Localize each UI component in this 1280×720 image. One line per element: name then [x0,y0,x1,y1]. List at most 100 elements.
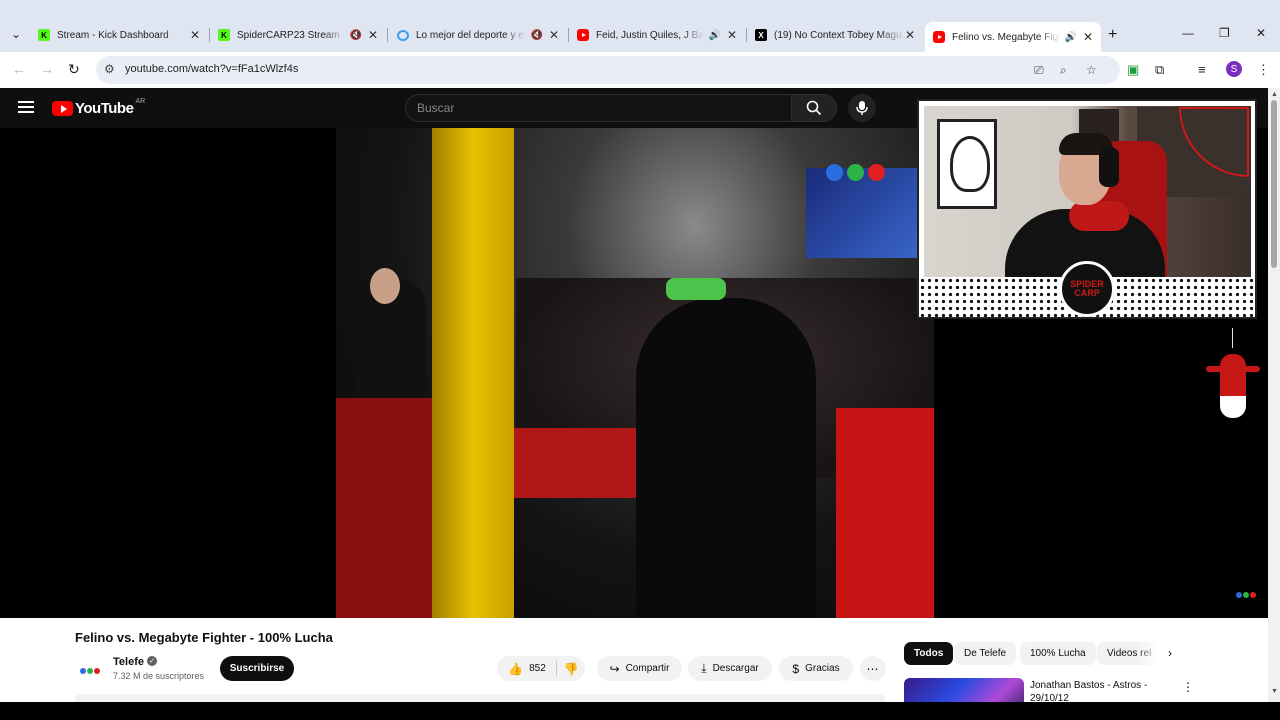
spidercarp-logo-badge: SPIDER CARP [1059,261,1115,317]
like-count: 852 [529,663,546,674]
browser-menu-icon[interactable]: ⋮ [1257,62,1270,78]
tab-title: Stream - Kick Dashboard [57,29,169,41]
tab-close-icon[interactable]: ✕ [727,28,737,42]
kick-favicon-icon: K [38,29,50,41]
bookmark-star-icon[interactable]: ☆ [1086,63,1097,77]
muted-speaker-icon[interactable]: 🔇 [530,30,542,41]
video-green-mask [666,278,726,300]
headset-icon [1099,147,1119,187]
scroll-up-arrow-icon[interactable]: ▲ [1271,91,1278,98]
tab-close-icon[interactable]: ✕ [549,28,559,42]
new-tab-button[interactable]: + [1108,26,1117,44]
speaker-icon[interactable]: 🔊 [1064,32,1076,43]
youtube-favicon-icon [577,29,589,41]
search-box [405,94,792,122]
browser-tab-deportes[interactable]: Lo mejor del deporte y el 🔇 ✕ [389,24,567,46]
thanks-button[interactable]: $ Gracias [779,656,853,681]
tab-close-icon[interactable]: ✕ [368,28,378,42]
tab-separator [387,28,388,42]
like-button[interactable]: 👍 852 [497,656,557,681]
restore-window-button[interactable]: ❐ [1219,26,1230,40]
chip-de-telefe[interactable]: De Telefe [954,642,1017,665]
hanging-spiderman-icon [1206,328,1260,430]
profile-avatar[interactable]: S [1226,61,1242,77]
download-icon: ⤓ [701,661,707,675]
browser-tab-x-tobey[interactable]: X (19) No Context Tobey Magu ✕ [747,24,923,46]
scrollbar-thumb[interactable] [1271,100,1277,268]
verified-badge-icon: ✓ [147,656,157,666]
youtube-wordmark: YouTube [75,100,134,117]
page-scrollbar[interactable]: ▲ ▼ [1268,88,1280,702]
video-background-screen [806,168,934,258]
video-red-cloth [336,398,436,618]
tab-close-icon[interactable]: ✕ [1083,30,1093,44]
browser-tab-feid-music[interactable]: Feid, Justin Quiles, J Balvi 🔊 ✕ [569,24,745,46]
chip-next-chevron-icon[interactable]: › [1168,646,1172,660]
telefe-watermark-icon [1236,592,1256,598]
video-yellow-pillar [432,128,514,618]
share-label: Compartir [625,663,670,674]
tab-title: (19) No Context Tobey Magu [774,29,902,41]
search-button[interactable] [791,94,837,122]
chip-todos[interactable]: Todos [904,642,954,665]
download-label: Descargar [712,663,759,674]
youtube-play-logo-icon [52,101,73,116]
video-man-head [370,268,400,304]
address-bar[interactable]: ⚙ youtube.com/watch?v=fFa1cWlzf4s ⎚ ⌕ ☆ [96,56,1120,84]
video-frame[interactable] [336,128,934,618]
youtube-favicon-icon [933,31,945,43]
voice-search-button[interactable] [848,94,876,122]
spiderman-poster-icon [937,119,997,209]
video-red-shirt-fan [836,408,934,618]
dislike-button[interactable]: 👎 [557,656,585,681]
recommended-video-menu-icon[interactable]: ⋮ [1182,680,1194,694]
video-title: Felino vs. Megabyte Fighter - 100% Lucha [75,630,333,645]
muted-speaker-icon[interactable]: 🔇 [349,30,361,41]
browser-tab-kick-dashboard[interactable]: K Stream - Kick Dashboard ✕ [30,24,208,46]
zoom-icon[interactable]: ⌕ [1060,63,1067,78]
channel-name[interactable]: Telefe [113,656,144,668]
thumbs-up-icon: 👍 [508,661,524,676]
browser-tab-spidercarp-stream[interactable]: K SpiderCARP23 Stream - Ki 🔇 ✕ [210,24,386,46]
browser-tab-felino-active[interactable]: Felino vs. Megabyte Fighte 🔊 ✕ [925,22,1101,52]
streamer-webcam-overlay: SPIDER CARP [917,99,1257,319]
subscriber-count: 7.32 M de suscriptores [113,671,205,681]
video-red-banner [511,428,641,498]
tab-title: Feid, Justin Quiles, J Balvi [596,29,705,41]
thanks-label: Gracias [805,663,840,674]
download-button[interactable]: ⤓ Descargar [688,656,772,681]
minimize-window-button[interactable]: — [1182,26,1194,40]
site-info-icon[interactable]: ⚙ [104,62,115,76]
country-code: AR [135,98,146,105]
tab-search-dropdown-icon[interactable]: ⌄ [6,24,26,44]
forward-button[interactable]: → [40,61,54,77]
video-masked-wrestler [636,298,816,618]
streamer-red-hood [1069,201,1129,231]
channel-avatar[interactable] [77,658,103,684]
tab-close-icon[interactable]: ✕ [190,28,200,42]
chip-videos-relacionados[interactable]: Videos rel [1097,642,1159,665]
extension-chat-icon[interactable]: ▣ [1127,62,1139,78]
close-window-button[interactable]: ✕ [1256,26,1266,40]
guide-menu-icon[interactable] [18,101,34,113]
youtube-logo[interactable]: YouTube AR [52,98,146,117]
telefe-logo-icon [826,164,885,181]
scroll-down-arrow-icon[interactable]: ▼ [1271,688,1278,695]
subscribe-button[interactable]: Suscribirse [220,656,294,681]
cast-icon[interactable]: ⎚ [1034,63,1044,78]
tab-close-icon[interactable]: ✕ [905,28,915,42]
bottom-edge [0,702,1280,720]
more-actions-button[interactable]: ⋯ [860,656,886,681]
search-icon [806,100,822,116]
speaker-icon[interactable]: 🔊 [708,30,720,41]
share-button[interactable]: ↪ Compartir [597,656,682,681]
media-control-icon[interactable]: ≡ [1198,62,1206,77]
chip-100-lucha[interactable]: 100% Lucha [1020,642,1096,665]
url-text[interactable]: youtube.com/watch?v=fFa1cWlzf4s [125,63,298,75]
microphone-icon [856,101,868,115]
kick-favicon-icon: K [218,29,230,41]
extensions-puzzle-icon[interactable]: ⧉ [1155,62,1164,78]
back-button[interactable]: ← [12,61,26,77]
reload-button[interactable]: ↻ [68,61,80,78]
search-input[interactable] [417,101,777,115]
